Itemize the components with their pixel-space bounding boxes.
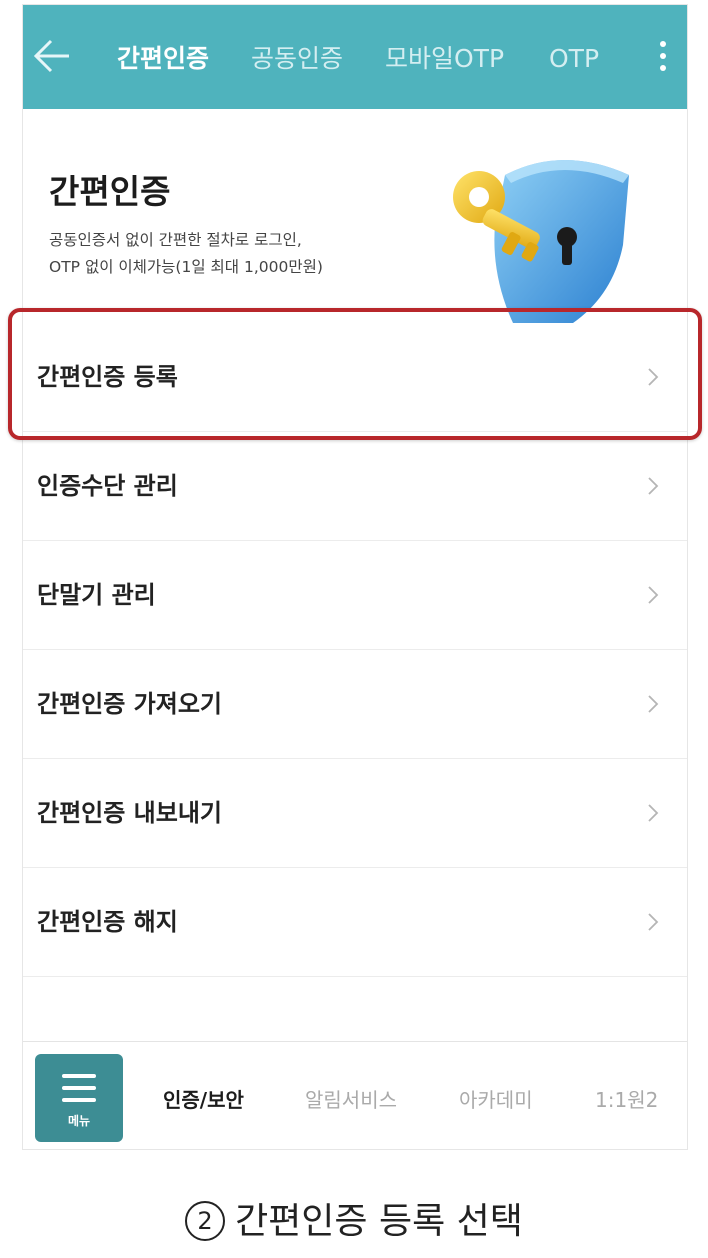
description-line-1: 공동인증서 없이 간편한 절차로 로그인, <box>49 231 302 249</box>
arrow-left-icon <box>33 39 69 73</box>
hamburger-icon-line <box>62 1098 96 1102</box>
page-description: 공동인증서 없이 간편한 절차로 로그인, OTP 없이 이체가능(1일 최대 … <box>49 227 323 281</box>
hamburger-icon <box>62 1074 96 1078</box>
bottom-tab-remote[interactable]: 1:1원2 <box>595 1084 658 1113</box>
phone-screen: 간편인증 공동인증 모바일OTP OTP 간편인증 공동인증서 없이 간편한 절… <box>22 4 688 1150</box>
menu-item-label: 단말기 관리 <box>37 581 156 609</box>
description-line-2: OTP 없이 이체가능(1일 최대 1,000만원) <box>49 258 323 276</box>
tab-mobile-otp[interactable]: 모바일OTP <box>385 39 504 79</box>
tab-simple-auth[interactable]: 간편인증 <box>117 39 209 79</box>
step-caption: 2 간편인증 등록 선택 <box>0 1192 708 1244</box>
hero-section: 간편인증 공동인증서 없이 간편한 절차로 로그인, OTP 없이 이체가능(1… <box>23 109 687 323</box>
menu-item-import[interactable]: 간편인증 가져오기 <box>23 650 687 759</box>
hamburger-icon-line <box>62 1086 96 1090</box>
tab-otp[interactable]: OTP <box>549 39 599 79</box>
menu-button-label: 메뉴 <box>67 1114 91 1128</box>
menu-item-label: 간편인증 해지 <box>37 908 178 936</box>
chevron-right-icon <box>648 586 659 604</box>
menu-item-label: 간편인증 내보내기 <box>37 799 222 827</box>
chevron-right-icon <box>648 913 659 931</box>
kebab-menu-icon[interactable] <box>653 35 673 81</box>
top-nav-bar: 간편인증 공동인증 모바일OTP OTP <box>23 5 687 109</box>
menu-item-export[interactable]: 간편인증 내보내기 <box>23 759 687 868</box>
bottom-tab-notifications[interactable]: 알림서비스 <box>305 1084 397 1113</box>
shield-key-icon <box>453 160 629 323</box>
menu-button[interactable]: 메뉴 <box>35 1054 123 1142</box>
menu-item-label: 인증수단 관리 <box>37 472 178 500</box>
menu-item-label: 간편인증 가져오기 <box>37 690 222 718</box>
menu-item-device[interactable]: 단말기 관리 <box>23 541 687 650</box>
step-caption-text: 간편인증 등록 선택 <box>235 1201 523 1242</box>
back-button[interactable] <box>31 33 73 79</box>
bottom-tab-auth-security[interactable]: 인증/보안 <box>163 1084 244 1113</box>
chevron-right-icon <box>648 477 659 495</box>
chevron-right-icon <box>648 804 659 822</box>
page-title: 간편인증 <box>49 172 171 211</box>
chevron-right-icon <box>648 695 659 713</box>
bottom-tab-academy[interactable]: 아카데미 <box>459 1084 533 1113</box>
step-number: 2 <box>185 1201 226 1241</box>
tab-joint-cert[interactable]: 공동인증 <box>251 39 343 79</box>
menu-item-auth-method[interactable]: 인증수단 관리 <box>23 432 687 541</box>
highlight-box <box>8 308 702 440</box>
bottom-nav-bar: 메뉴 인증/보안 알림서비스 아카데미 1:1원2 <box>23 1041 687 1149</box>
menu-item-cancel[interactable]: 간편인증 해지 <box>23 868 687 977</box>
